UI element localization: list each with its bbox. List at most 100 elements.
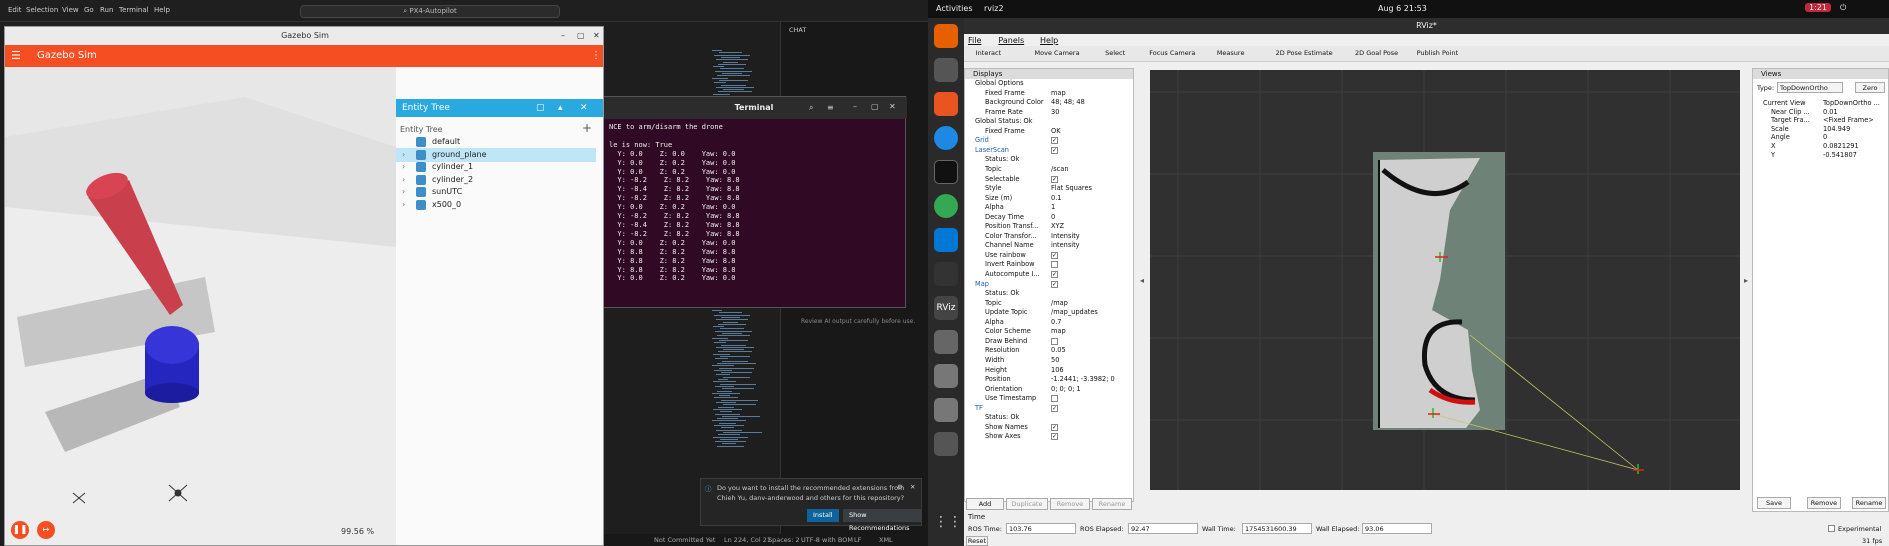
display-row[interactable]: Alpha 0.7 <box>965 318 1135 328</box>
ros-time-field[interactable]: 103.76 <box>1006 523 1076 534</box>
zero-button[interactable]: Zero <box>1855 82 1885 93</box>
status-spaces[interactable]: Spaces: 2 <box>768 536 800 544</box>
reset-button[interactable]: Reset <box>966 536 988 546</box>
cylinder-2[interactable] <box>145 326 199 403</box>
files-icon[interactable] <box>934 58 958 82</box>
view-type-select[interactable]: TopDownOrtho <box>1777 82 1843 93</box>
gear-icon[interactable]: ⚙ <box>897 483 903 491</box>
menu-view[interactable]: View <box>62 6 79 14</box>
display-row[interactable]: Orientation 0; 0; 0; 1 <box>965 385 1135 395</box>
display-row[interactable]: Autocompute I... ✓ <box>965 270 1135 280</box>
menu-panels[interactable]: Panels <box>998 36 1024 45</box>
install-button[interactable]: Install <box>807 509 839 522</box>
experimental-checkbox[interactable] <box>1828 525 1835 532</box>
display-row[interactable]: Show Names ✓ <box>965 423 1135 433</box>
add-icon[interactable]: + <box>582 121 592 135</box>
menu-edit[interactable]: Edit <box>8 6 22 14</box>
tool-2d-goal-pose[interactable]: 2D Goal Pose <box>1355 49 1398 57</box>
menu-icon[interactable]: ≡ <box>827 103 834 112</box>
checkbox[interactable]: ✓ <box>1051 280 1058 288</box>
menu-help[interactable]: Help <box>154 6 170 14</box>
checkbox[interactable]: ✓ <box>1051 146 1058 154</box>
gazebo-icon[interactable] <box>934 262 958 286</box>
display-row[interactable]: Color Transfor... Intensity <box>965 232 1135 242</box>
pause-button[interactable]: ❚❚ <box>11 521 29 539</box>
display-row[interactable]: Map ✓ <box>965 280 1135 290</box>
terminal-output[interactable]: NCE to arm/disarm the drone le is now: T… <box>609 123 903 283</box>
tool-measure[interactable]: Measure <box>1217 49 1245 57</box>
display-row[interactable]: Fixed Frame OK <box>965 127 1135 137</box>
checkbox[interactable] <box>1051 337 1058 345</box>
display-row[interactable]: Use Timestamp <box>965 394 1135 404</box>
tool-select[interactable]: Select <box>1105 49 1125 57</box>
status-position[interactable]: Ln 224, Col 21 <box>724 536 771 544</box>
display-row[interactable]: Global Status: Ok <box>965 117 1135 127</box>
display-row[interactable]: Channel Name intensity <box>965 241 1135 251</box>
save-button[interactable]: Save <box>1757 497 1791 509</box>
display-row[interactable]: Height 106 <box>965 366 1135 376</box>
usb-icon[interactable] <box>934 364 958 388</box>
display-row[interactable]: Background Color 48; 48; 48 <box>965 98 1135 108</box>
more-icon[interactable]: ⋮ <box>591 45 601 67</box>
display-row[interactable]: Draw Behind <box>965 337 1135 347</box>
view-property-row[interactable]: Y -0.541807 <box>1753 151 1889 161</box>
entity-row[interactable]: › x500_0 <box>396 198 596 212</box>
chevron-up-icon[interactable]: ▴ <box>558 99 563 117</box>
step-button[interactable]: ↦ <box>37 521 55 539</box>
show-recommendations-button[interactable]: Show Recommendations <box>843 509 921 532</box>
duplicate-button[interactable]: Duplicate <box>1006 498 1048 510</box>
status-encoding[interactable]: UTF-8 with BOM <box>801 536 853 544</box>
display-row[interactable]: Show Axes ✓ <box>965 432 1135 442</box>
display-row[interactable]: Frame Rate 30 <box>965 108 1135 118</box>
display-row[interactable]: Color Scheme map <box>965 327 1135 337</box>
rename-view-button[interactable]: Rename <box>1852 497 1886 509</box>
minimize-icon[interactable]: – <box>853 102 857 111</box>
status-commit[interactable]: Not Committed Yet <box>654 536 715 544</box>
wall-time-field[interactable]: 1754531600.39 <box>1242 523 1312 534</box>
rviz-icon[interactable]: RViz <box>934 296 958 320</box>
tool-interact[interactable]: Interact <box>976 49 1001 57</box>
window-icon[interactable]: ▢ <box>536 99 545 117</box>
display-row[interactable]: Decay Time 0 <box>965 213 1135 223</box>
display-row[interactable]: TF ✓ <box>965 404 1135 414</box>
display-row[interactable]: Grid ✓ <box>965 136 1135 146</box>
help-icon[interactable] <box>934 126 958 150</box>
collapse-right-icon[interactable]: ▸ <box>1744 276 1748 285</box>
close-icon[interactable]: ✕ <box>593 27 600 45</box>
minimize-icon[interactable]: – <box>561 27 565 45</box>
maximize-icon[interactable]: ▢ <box>871 102 879 111</box>
checkbox[interactable] <box>1051 261 1058 269</box>
display-row[interactable]: Resolution 0.05 <box>965 346 1135 356</box>
firefox-icon[interactable] <box>934 24 958 48</box>
display-row[interactable]: Topic/scan <box>965 165 1135 175</box>
ros-elapsed-field[interactable]: 92.47 <box>1128 523 1198 534</box>
vscode-icon[interactable] <box>934 228 958 252</box>
app-center-icon[interactable] <box>934 92 958 116</box>
checkbox[interactable]: ✓ <box>1051 433 1058 441</box>
add-button[interactable]: Add <box>966 498 1004 510</box>
display-row[interactable]: Status: Ok <box>965 413 1135 423</box>
display-row[interactable]: Selectable ✓ <box>965 175 1135 185</box>
maximize-icon[interactable]: ▢ <box>577 27 585 45</box>
clock[interactable]: Aug 6 21:53 <box>1378 4 1427 13</box>
display-row[interactable]: Invert Rainbow <box>965 260 1135 270</box>
menu-go[interactable]: Go <box>84 6 94 14</box>
command-search[interactable]: ⌕ PX4-Autopilot <box>300 5 560 18</box>
status-language[interactable]: XML <box>879 536 893 544</box>
chrome-icon[interactable] <box>934 194 958 218</box>
checkbox[interactable]: ✓ <box>1051 137 1058 145</box>
search-icon[interactable]: ⌕ <box>809 103 813 113</box>
display-row[interactable]: Topic/map <box>965 299 1135 309</box>
disk-icon[interactable] <box>934 330 958 354</box>
hamburger-icon[interactable]: ☰ <box>11 45 21 67</box>
display-row[interactable]: Size (m) 0.1 <box>965 194 1135 204</box>
3d-scene[interactable]: ❚❚ ↦ 99.56 % ‹ <box>5 67 396 545</box>
checkbox[interactable]: ✓ <box>1051 271 1058 278</box>
collapse-left-icon[interactable]: ◂ <box>1140 276 1144 285</box>
wall-elapsed-field[interactable]: 93.06 <box>1362 523 1432 534</box>
trash-icon[interactable] <box>934 432 958 456</box>
close-icon[interactable]: ✕ <box>910 483 915 491</box>
checkbox[interactable]: ✓ <box>1051 423 1058 431</box>
3d-view[interactable] <box>1150 70 1740 490</box>
display-row[interactable]: Status: Ok <box>965 289 1135 299</box>
